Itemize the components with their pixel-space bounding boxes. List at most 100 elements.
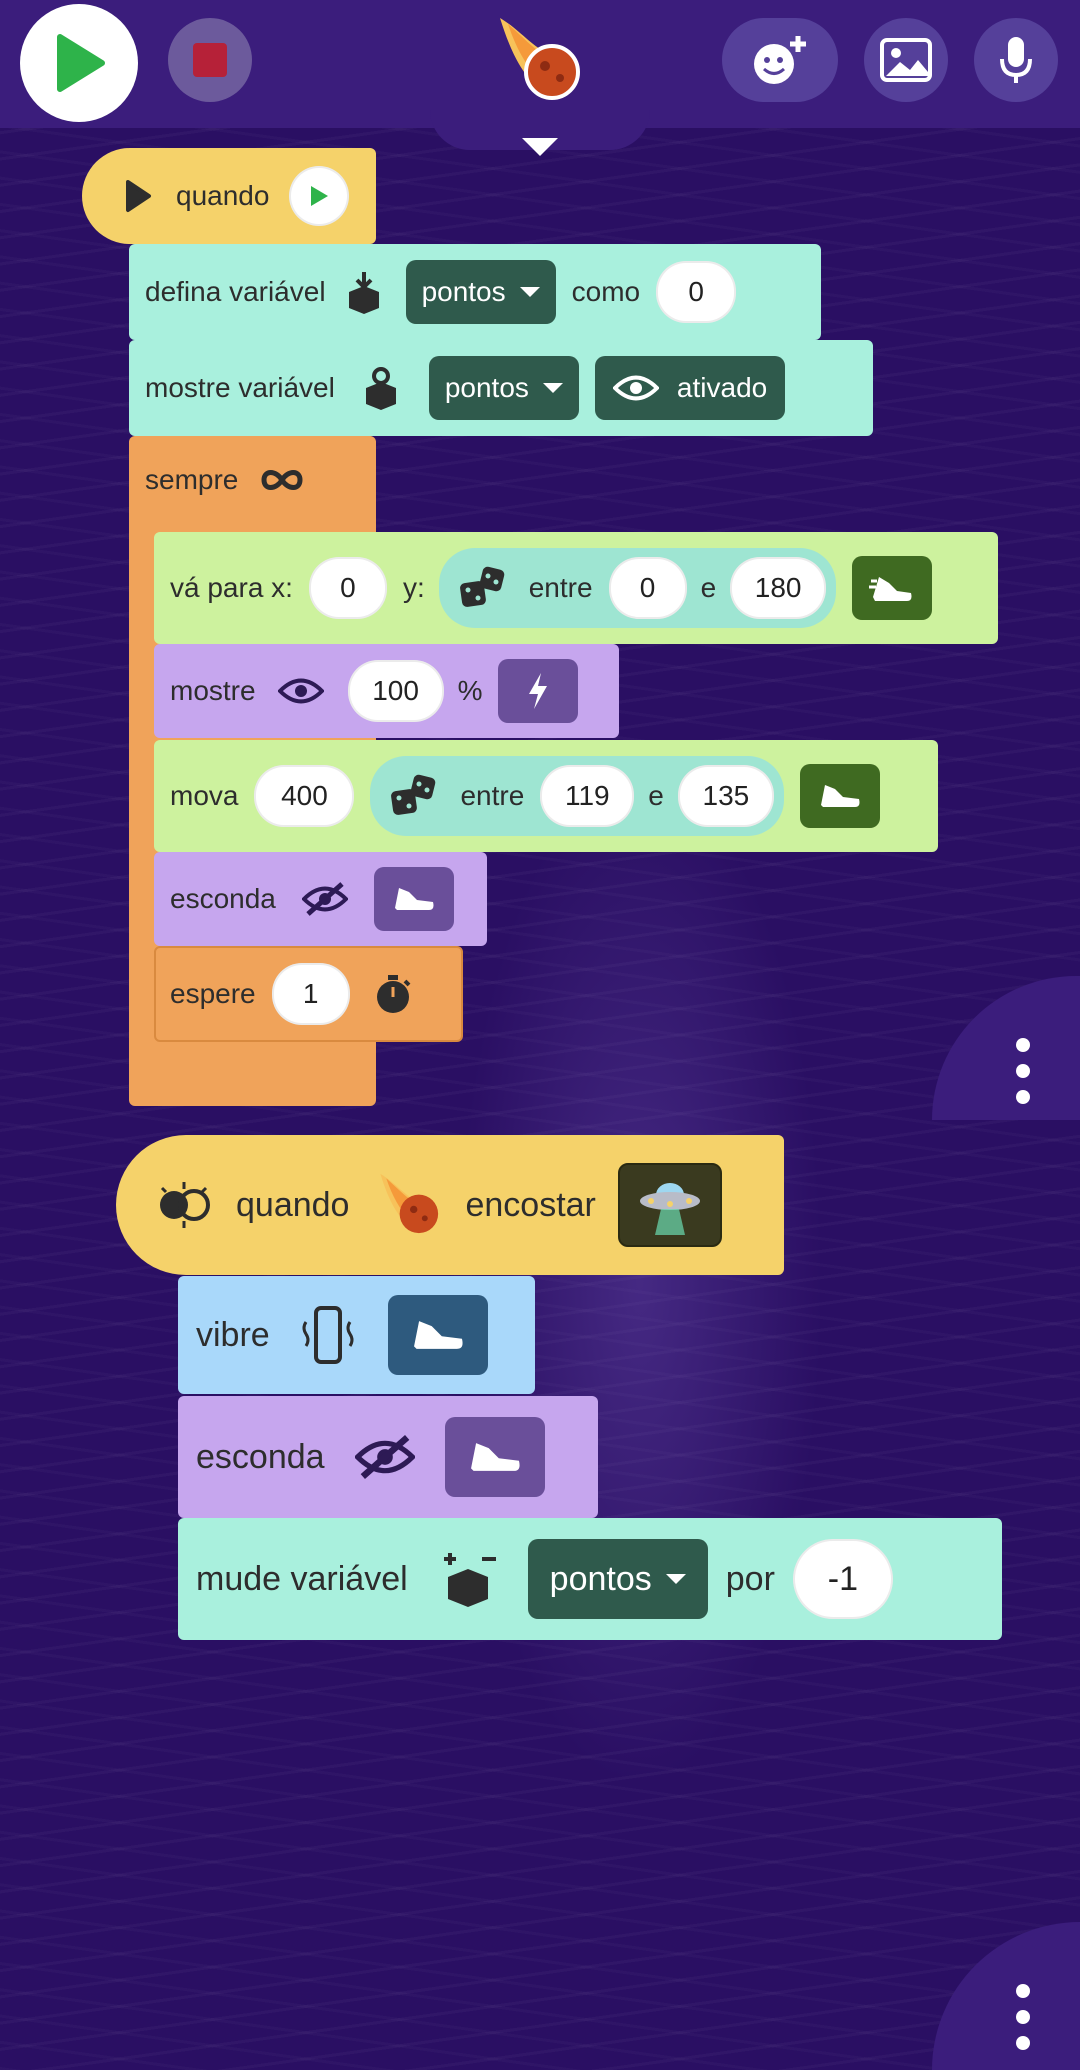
change-amount-input[interactable]: -1 — [792, 1539, 893, 1619]
percent-label: % — [457, 675, 483, 706]
forever-label: sempre — [145, 464, 239, 495]
hide-block[interactable]: esconda — [178, 1396, 598, 1518]
vibrate-style-button[interactable] — [387, 1295, 488, 1375]
play-icon — [57, 34, 105, 92]
and-label: e — [700, 572, 717, 603]
between-label: entre — [528, 572, 593, 603]
vibrate-label: vibre — [196, 1315, 270, 1354]
variable-box-change-icon — [443, 1553, 496, 1607]
seconds-input[interactable]: 1 — [271, 963, 350, 1025]
fireball-meteor-character — [380, 1173, 439, 1234]
running-shoe-icon — [869, 577, 912, 601]
effect-style-button[interactable] — [444, 1417, 545, 1497]
play-trigger-badge — [289, 166, 350, 226]
wait-label: espere — [170, 978, 256, 1009]
hide-block[interactable]: esconda — [154, 852, 487, 946]
show-label: mostre — [170, 675, 256, 706]
microphone-icon — [1000, 37, 1032, 83]
when-play-hat-block[interactable]: quando — [82, 148, 376, 244]
shoe-icon — [413, 1321, 463, 1349]
size-input[interactable]: 100 — [347, 660, 444, 722]
eye-icon — [612, 375, 659, 401]
variable-box-show-icon — [365, 367, 396, 410]
hide-label: esconda — [170, 883, 276, 914]
as-label: como — [571, 276, 641, 307]
add-character-button[interactable] — [722, 18, 838, 102]
variable-dropdown[interactable]: pontos — [428, 356, 579, 420]
set-variable-label: defina variável — [145, 276, 326, 307]
x-input[interactable]: 0 — [308, 557, 387, 619]
phone-vibrate-icon — [302, 1306, 354, 1364]
hat-label: quando — [176, 180, 270, 211]
variable-dropdown[interactable]: pontos — [527, 1539, 708, 1619]
random-between-reporter[interactable]: entre 119 e 135 — [370, 756, 784, 836]
and-label: e — [648, 780, 664, 811]
touching-label: encostar — [465, 1185, 596, 1224]
visibility-state: ativado — [676, 372, 768, 403]
caret-down-icon — [665, 1574, 686, 1584]
fireball-meteor-character[interactable] — [490, 10, 590, 110]
side-menu-button[interactable] — [932, 976, 1080, 1120]
dice-icon — [391, 774, 436, 815]
image-icon — [880, 38, 932, 82]
caret-down-icon — [542, 383, 563, 393]
shoe-icon — [470, 1443, 520, 1471]
motion-style-button[interactable] — [799, 764, 880, 828]
add-character-icon — [754, 36, 806, 84]
eye-slash-icon — [354, 1434, 415, 1480]
motion-style-button[interactable] — [852, 556, 933, 620]
set-variable-block[interactable]: defina variável pontos como 0 — [129, 244, 821, 340]
microphone-button[interactable] — [974, 18, 1058, 102]
shoe-icon — [820, 785, 860, 807]
variable-name: pontos — [444, 372, 529, 403]
value-input[interactable]: 0 — [656, 261, 737, 323]
show-variable-label: mostre variável — [145, 372, 335, 403]
collapse-arrow-icon[interactable] — [522, 138, 558, 156]
when-touching-hat-block[interactable]: quando encostar — [116, 1135, 784, 1275]
dice-icon — [459, 566, 505, 607]
effect-style-button[interactable] — [373, 867, 454, 931]
more-options-icon — [1016, 1984, 1030, 2050]
vibrate-block[interactable]: vibre — [178, 1276, 535, 1394]
wait-block[interactable]: espere 1 — [154, 946, 463, 1042]
shoe-icon — [394, 888, 434, 910]
change-variable-label: mude variável — [196, 1559, 408, 1598]
change-variable-block[interactable]: mude variável pontos por -1 — [178, 1518, 1002, 1640]
y-label: y: — [402, 572, 425, 603]
bottom-menu-button[interactable] — [932, 1922, 1080, 2070]
min-input[interactable]: 0 — [608, 557, 687, 619]
stopwatch-icon — [376, 975, 411, 1013]
eye-slash-icon — [301, 882, 348, 916]
play-button[interactable] — [20, 4, 138, 122]
move-block[interactable]: mova 400 entre 119 e 135 — [154, 740, 938, 852]
effect-style-button[interactable] — [498, 659, 579, 723]
infinity-loop-icon — [261, 470, 303, 490]
hide-label: esconda — [196, 1437, 325, 1476]
target-character-selector[interactable] — [617, 1163, 722, 1247]
move-label: mova — [170, 780, 239, 811]
max-input[interactable]: 180 — [730, 557, 827, 619]
by-label: por — [725, 1559, 775, 1598]
variable-name: pontos — [421, 276, 506, 307]
max-input[interactable]: 135 — [677, 765, 774, 827]
show-block[interactable]: mostre 100 % — [154, 644, 619, 738]
play-flag-icon — [126, 180, 151, 212]
show-variable-block[interactable]: mostre variável pontos ativado — [129, 340, 873, 436]
distance-input[interactable]: 400 — [254, 765, 355, 827]
eye-icon — [277, 678, 324, 704]
variable-dropdown[interactable]: pontos — [405, 260, 556, 324]
play-icon — [311, 186, 329, 206]
stop-button[interactable] — [168, 18, 252, 102]
variable-name: pontos — [549, 1559, 652, 1598]
lightning-icon — [529, 673, 548, 709]
min-input[interactable]: 119 — [540, 765, 635, 827]
collision-toggle-icon — [160, 1182, 210, 1228]
ufo-icon — [639, 1183, 700, 1235]
go-to-xy-block[interactable]: vá para x: 0 y: entre 0 e 180 — [154, 532, 998, 644]
random-between-reporter[interactable]: entre 0 e 180 — [438, 548, 837, 628]
backgrounds-button[interactable] — [864, 18, 948, 102]
go-to-x-label: vá para x: — [170, 572, 293, 603]
more-options-icon — [1016, 1038, 1030, 1104]
visibility-toggle[interactable]: ativado — [594, 356, 786, 420]
hat-label: quando — [236, 1185, 350, 1224]
